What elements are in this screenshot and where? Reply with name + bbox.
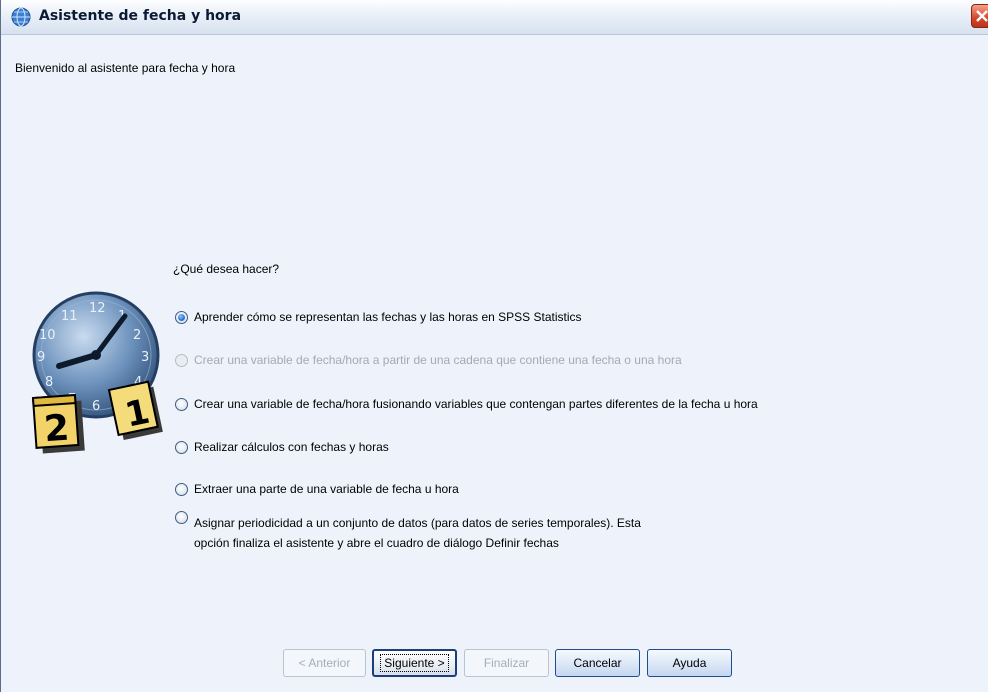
option-assign-periodicity-label-2: opción finaliza el asistente y abre el c… — [194, 536, 559, 550]
finish-button-label: Finalizar — [483, 656, 530, 670]
window-title: Asistente de fecha y hora — [39, 8, 242, 24]
clock-calendar-illustration: 12 1 2 3 4 5 6 7 8 9 10 11 2 1 — [31, 291, 163, 454]
radio-create-merge[interactable] — [175, 398, 188, 411]
option-create-from-string-label: Crear una variable de fecha/hora a parti… — [194, 353, 682, 367]
date-time-wizard-dialog: Asistente de fecha y hora Bienvenido al … — [0, 0, 988, 692]
radio-extract[interactable] — [175, 483, 188, 496]
finish-button[interactable]: Finalizar — [464, 649, 549, 677]
next-button-label: Siguiente > — [380, 654, 449, 672]
back-button[interactable]: < Anterior — [283, 649, 366, 677]
radio-calculate[interactable] — [175, 441, 188, 454]
close-icon — [976, 10, 988, 22]
close-button[interactable] — [971, 4, 988, 28]
clock-num-2: 2 — [133, 328, 141, 343]
clock-num-9: 9 — [37, 350, 45, 365]
radio-create-from-string — [175, 354, 188, 367]
question-label: ¿Qué desea hacer? — [173, 262, 280, 276]
help-button-label: Ayuda — [672, 656, 707, 670]
clock-num-10: 10 — [39, 328, 56, 343]
cancel-button[interactable]: Cancelar — [555, 649, 640, 677]
radio-learn[interactable] — [175, 311, 188, 324]
option-learn-label: Aprender cómo se representan las fechas … — [194, 310, 582, 324]
app-globe-icon — [11, 7, 31, 27]
welcome-text: Bienvenido al asistente para fecha y hor… — [15, 61, 236, 75]
clock-num-8: 8 — [45, 375, 53, 390]
cancel-button-label: Cancelar — [573, 656, 622, 670]
option-calculate-label: Realizar cálculos con fechas y horas — [194, 440, 389, 454]
option-extract-label: Extraer una parte de una variable de fec… — [194, 482, 459, 496]
radio-assign-periodicity[interactable] — [175, 511, 188, 524]
clock-num-11: 11 — [61, 309, 78, 324]
clock-num-3: 3 — [141, 350, 149, 365]
title-bar[interactable]: Asistente de fecha y hora — [1, 0, 988, 35]
next-button[interactable]: Siguiente > — [372, 649, 457, 677]
help-button[interactable]: Ayuda — [647, 649, 732, 677]
clock-num-12: 12 — [89, 301, 106, 316]
back-button-label: < Anterior — [298, 656, 351, 670]
option-create-merge-label: Crear una variable de fecha/hora fusiona… — [194, 397, 758, 411]
calendar-left-digit: 2 — [43, 408, 71, 451]
clock-num-6: 6 — [92, 399, 100, 414]
option-assign-periodicity-label-1: Asignar periodicidad a un conjunto de da… — [194, 516, 641, 530]
